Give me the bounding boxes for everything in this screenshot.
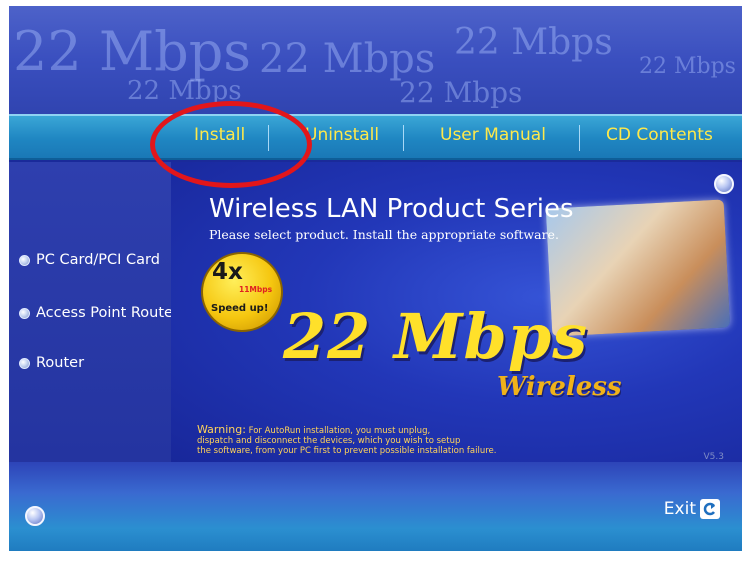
- page-subtitle: Please select product. Install the appro…: [209, 227, 559, 242]
- highlight-annotation: [150, 101, 312, 188]
- warning-line: the software, from your PC first to prev…: [197, 445, 497, 456]
- warning-line: For AutoRun installation, you must unplu…: [245, 426, 431, 436]
- menu-uninstall[interactable]: Uninstall: [305, 125, 379, 145]
- menu-user-manual[interactable]: User Manual: [440, 125, 546, 145]
- autorun-window: 22 Mbps 22 Mbps 22 Mbps 22 Mbps 22 Mbps …: [9, 6, 742, 551]
- sidebar-item-label: Router: [36, 355, 85, 371]
- hero-speed: 22 Mbps: [283, 300, 589, 373]
- main-panel: Wireless LAN Product Series Please selec…: [171, 162, 742, 462]
- autorun-warning: Warning: For AutoRun installation, you m…: [197, 423, 497, 456]
- menu-divider: [579, 125, 580, 151]
- radio-bullet-icon: [19, 357, 30, 369]
- exit-label: Exit: [663, 499, 696, 519]
- version-label: V5.3: [703, 452, 724, 462]
- radio-bullet-icon: [19, 307, 30, 319]
- banner-text: 22 Mbps: [639, 54, 736, 79]
- badge-caption: Speed up!: [211, 303, 269, 314]
- warning-label: Warning:: [197, 423, 246, 436]
- menu-divider: [403, 125, 404, 151]
- banner-text: 22 Mbps: [454, 22, 613, 63]
- badge-rate: 11Mbps: [239, 285, 273, 294]
- sidebar-item-pc-card[interactable]: PC Card/PCI Card: [19, 252, 160, 268]
- radio-bullet-icon: [19, 254, 30, 266]
- sidebar-item-label: Access Point Router: [36, 305, 179, 321]
- page-title: Wireless LAN Product Series: [209, 194, 574, 224]
- hero-wireless: Wireless: [497, 372, 622, 402]
- banner-text: 22 Mbps: [399, 76, 523, 109]
- sidebar-item-label: PC Card/PCI Card: [36, 252, 160, 268]
- round-button-icon[interactable]: [714, 174, 734, 194]
- sidebar-item-router[interactable]: Router: [19, 355, 84, 371]
- top-banner: 22 Mbps 22 Mbps 22 Mbps 22 Mbps 22 Mbps …: [9, 6, 742, 114]
- speed-badge: 4x 11Mbps Speed up!: [201, 252, 283, 332]
- bottom-bar: Exit: [9, 462, 742, 551]
- banner-text: 22 Mbps: [13, 20, 252, 83]
- exit-arrow-icon: [700, 499, 720, 519]
- round-button-icon[interactable]: [25, 506, 45, 526]
- exit-button[interactable]: Exit: [664, 499, 720, 519]
- top-menu-bar: Install Uninstall User Manual CD Content…: [9, 114, 742, 160]
- menu-cd-contents[interactable]: CD Contents: [606, 125, 713, 145]
- sidebar-item-access-point-router[interactable]: Access Point Router: [19, 305, 179, 321]
- badge-multiplier: 4x: [212, 259, 243, 285]
- product-sidebar: PC Card/PCI Card Access Point Router Rou…: [9, 162, 179, 462]
